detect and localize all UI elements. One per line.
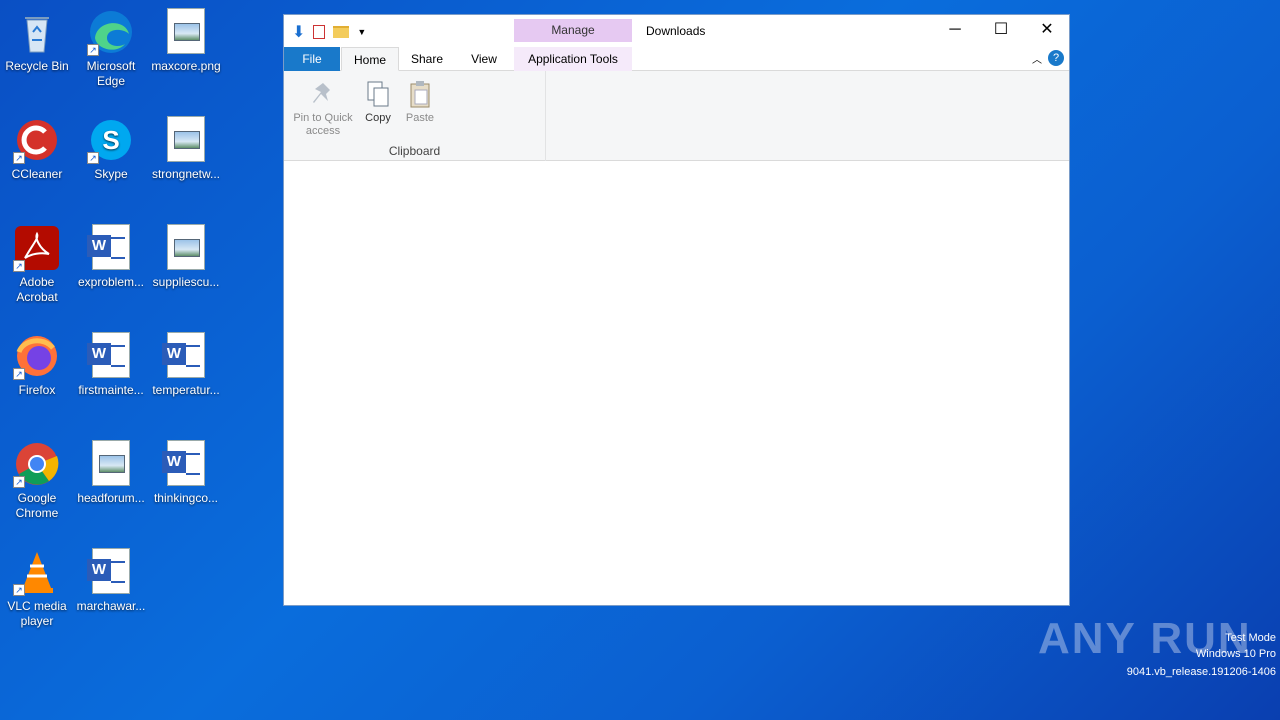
desktop-icon-google-chrome[interactable]: ↗ Google Chrome — [0, 440, 74, 521]
image-file-icon — [162, 8, 210, 56]
shortcut-arrow-icon: ↗ — [13, 152, 25, 164]
new-folder-icon[interactable] — [333, 26, 350, 38]
desktop-icon-firefox[interactable]: ↗ Firefox — [0, 332, 74, 398]
skype-icon: S ↗ — [87, 116, 135, 164]
tab-application-tools[interactable]: Application Tools — [514, 47, 632, 71]
desktop-icon-skype[interactable]: S ↗ Skype — [74, 116, 148, 182]
ribbon-tabs: File Home Share View Application Tools ︿… — [284, 47, 1069, 71]
word-document-icon: W — [162, 332, 210, 380]
collapse-ribbon-icon[interactable]: ︿ — [1032, 51, 1042, 66]
desktop-icon-vlc[interactable]: ↗ VLC media player — [0, 548, 74, 629]
os-edition-text: Windows 10 Pro — [1195, 648, 1276, 660]
clipboard-paste-icon — [405, 79, 435, 109]
image-file-icon — [162, 224, 210, 272]
title-bar: ⬇ ▼ Manage Downloads ─ ☐ ✕ — [284, 15, 1069, 47]
pin-quick-access-button[interactable]: Pin to Quick access — [290, 79, 356, 138]
desktop-icon-word-doc[interactable]: W thinkingco... — [149, 440, 223, 506]
os-build-text: 9041.vb_release.191206-1406 — [1126, 666, 1276, 678]
desktop-icon-recycle-bin[interactable]: Recycle Bin — [0, 8, 74, 74]
image-file-icon — [162, 116, 210, 164]
test-mode-text: Test Mode — [1225, 632, 1276, 644]
word-document-icon: W — [87, 548, 135, 596]
desktop-icon-adobe-acrobat[interactable]: ↗ Adobe Acrobat — [0, 224, 74, 305]
desktop-icon-word-doc[interactable]: W marchawar... — [74, 548, 148, 614]
shortcut-arrow-icon: ↗ — [87, 152, 99, 164]
quick-access-toolbar: ⬇ ▼ — [292, 22, 366, 42]
tab-home[interactable]: Home — [341, 47, 399, 71]
file-explorer-window: ⬇ ▼ Manage Downloads ─ ☐ ✕ File Home Sha… — [283, 14, 1070, 606]
clipboard-group-label: Clipboard — [388, 144, 441, 158]
tab-view[interactable]: View — [456, 47, 512, 71]
help-icon[interactable]: ? — [1048, 50, 1064, 66]
manage-contextual-tab-header: Manage — [514, 19, 632, 42]
word-document-icon: W — [87, 224, 135, 272]
ccleaner-icon: ↗ — [13, 116, 61, 164]
word-document-icon: W — [162, 440, 210, 488]
paste-button[interactable]: Paste — [402, 79, 438, 125]
desktop-icon-ccleaner[interactable]: ↗ CCleaner — [0, 116, 74, 182]
desktop-icon-image-file[interactable]: headforum... — [74, 440, 148, 506]
desktop-icon-image-file[interactable]: strongnetw... — [149, 116, 223, 182]
word-document-icon: W — [87, 332, 135, 380]
shortcut-arrow-icon: ↗ — [13, 260, 25, 272]
ribbon-home: Pin to Quick access Copy Paste Clipboard — [284, 71, 1069, 161]
properties-check-icon[interactable] — [313, 25, 326, 39]
copy-icon — [363, 79, 393, 109]
shortcut-arrow-icon: ↗ — [13, 368, 25, 380]
desktop-icon-image-file[interactable]: maxcore.png — [149, 8, 223, 74]
image-file-icon — [87, 440, 135, 488]
svg-text:S: S — [102, 125, 119, 155]
maximize-button[interactable]: ☐ — [978, 15, 1024, 45]
acrobat-icon: ↗ — [13, 224, 61, 272]
shortcut-arrow-icon: ↗ — [87, 44, 99, 56]
pin-icon — [308, 79, 338, 109]
close-button[interactable]: ✕ — [1024, 15, 1070, 45]
shortcut-arrow-icon: ↗ — [13, 476, 25, 488]
desktop-icon-word-doc[interactable]: W exproblem... — [74, 224, 148, 290]
chrome-icon: ↗ — [13, 440, 61, 488]
recycle-bin-icon — [13, 8, 61, 56]
vlc-cone-icon: ↗ — [13, 548, 61, 596]
clipboard-group: Pin to Quick access Copy Paste Clipboard — [284, 71, 546, 161]
tab-share[interactable]: Share — [402, 47, 452, 71]
qat-dropdown-icon[interactable]: ▼ — [357, 27, 366, 37]
download-arrow-icon: ⬇ — [292, 24, 306, 41]
desktop-icon-image-file[interactable]: suppliescu... — [149, 224, 223, 290]
firefox-icon: ↗ — [13, 332, 61, 380]
desktop-icon-word-doc[interactable]: W firstmainte... — [74, 332, 148, 398]
shortcut-arrow-icon: ↗ — [13, 584, 25, 596]
edge-icon: ↗ — [87, 8, 135, 56]
copy-button[interactable]: Copy — [360, 79, 396, 125]
desktop-icon-microsoft-edge[interactable]: ↗ Microsoft Edge — [74, 8, 148, 89]
window-title: Downloads — [646, 24, 706, 38]
minimize-button[interactable]: ─ — [932, 15, 978, 45]
desktop-icon-word-doc[interactable]: W temperatur... — [149, 332, 223, 398]
tab-file[interactable]: File — [284, 47, 340, 71]
